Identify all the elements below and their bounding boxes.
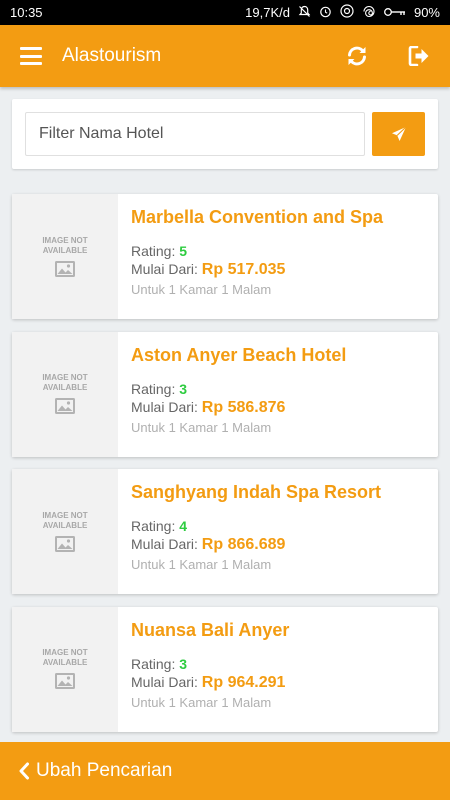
app-bar: Alastourism: [0, 25, 450, 87]
network-speed: 19,7K/d: [245, 5, 290, 20]
hotel-info: Sanghyang Indah Spa Resort Rating: 4 Mul…: [118, 469, 438, 594]
hotel-name: Marbella Convention and Spa: [131, 207, 384, 227]
status-time: 10:35: [10, 5, 43, 20]
rating-value: 4: [179, 518, 188, 534]
hotel-card[interactable]: IMAGE NOT AVAILABLE Sanghyang Indah Spa …: [12, 469, 438, 594]
hotel-price: Mulai Dari: Rp 964.291: [131, 674, 438, 692]
hotel-rating: Rating: 3: [131, 656, 438, 672]
hotel-price: Mulai Dari: Rp 586.876: [131, 399, 438, 417]
image-icon: [55, 673, 75, 689]
image-icon: [55, 535, 75, 552]
rating-label: Rating:: [131, 655, 176, 672]
hotel-info: Aston Anyer Beach Hotel Rating: 3 Mulai …: [118, 332, 438, 457]
image-not-available-text: IMAGE NOT AVAILABLE: [42, 373, 88, 392]
hotel-card[interactable]: IMAGE NOT AVAILABLE Aston Anyer Beach Ho…: [12, 331, 438, 457]
swirl-notification-icon: [362, 5, 376, 21]
status-bar: 10:35 19,7K/d 90%: [0, 0, 450, 25]
image-not-available-text: IMAGE NOT AVAILABLE: [42, 235, 88, 255]
price-value: Rp 586.876: [201, 398, 286, 416]
price-unit: Untuk 1 Kamar 1 Malam: [131, 419, 272, 435]
rating-label: Rating:: [131, 243, 176, 259]
change-search-label: Ubah Pencarian: [36, 760, 173, 781]
alarm-icon: [319, 5, 332, 21]
hotel-card[interactable]: IMAGE NOT AVAILABLE Nuansa Bali Anyer Ra…: [12, 606, 438, 732]
logout-icon[interactable]: [388, 25, 450, 87]
price-label: Mulai Dari:: [131, 261, 198, 277]
image-not-available-text: IMAGE NOT AVAILABLE: [42, 510, 88, 530]
hotel-info: Nuansa Bali Anyer Rating: 3 Mulai Dari: …: [118, 607, 438, 732]
app-notification-icon: [340, 4, 354, 21]
chevron-left-icon: [18, 762, 30, 780]
price-unit: Untuk 1 Kamar 1 Malam: [131, 282, 272, 297]
image-icon: [55, 398, 75, 414]
price-label: Mulai Dari:: [131, 673, 198, 690]
send-icon: [391, 126, 406, 141]
image-not-available-text: IMAGE NOT AVAILABLE: [42, 648, 88, 667]
key-icon: [384, 6, 406, 20]
app-title: Alastourism: [62, 45, 162, 66]
hotel-filter-input[interactable]: [25, 112, 365, 156]
search-submit-button[interactable]: [372, 112, 425, 156]
rating-value: 3: [179, 655, 188, 672]
hotel-rating: Rating: 4: [131, 518, 438, 534]
rating-value: 5: [179, 243, 188, 259]
rating-value: 3: [179, 380, 188, 397]
hotel-name: Nuansa Bali Anyer: [131, 619, 290, 640]
price-value: Rp 866.689: [201, 536, 286, 553]
price-value: Rp 964.291: [201, 673, 286, 691]
mute-icon: [298, 5, 311, 21]
price-unit: Untuk 1 Kamar 1 Malam: [131, 694, 272, 710]
search-card: [12, 99, 438, 169]
rating-label: Rating:: [131, 380, 176, 397]
change-search-button[interactable]: Ubah Pencarian: [0, 742, 450, 800]
price-label: Mulai Dari:: [131, 398, 198, 415]
hotel-list: IMAGE NOT AVAILABLE Marbella Convention …: [12, 194, 438, 744]
hotel-price: Mulai Dari: Rp 866.689: [131, 536, 438, 554]
image-icon: [55, 260, 75, 277]
hotel-image-placeholder: IMAGE NOT AVAILABLE: [12, 194, 118, 319]
hotel-name: Sanghyang Indah Spa Resort: [131, 482, 382, 502]
hotel-name: Aston Anyer Beach Hotel: [131, 344, 347, 365]
rating-label: Rating:: [131, 518, 176, 534]
price-value: Rp 517.035: [201, 261, 286, 278]
battery-level: 90%: [413, 5, 440, 20]
hotel-image-placeholder: IMAGE NOT AVAILABLE: [12, 331, 118, 457]
hotel-price: Mulai Dari: Rp 517.035: [131, 261, 438, 279]
hotel-image-placeholder: IMAGE NOT AVAILABLE: [12, 469, 118, 594]
status-indicators: 19,7K/d 90%: [245, 4, 440, 21]
price-unit: Untuk 1 Kamar 1 Malam: [131, 557, 272, 572]
price-label: Mulai Dari:: [131, 536, 198, 552]
hotel-card[interactable]: IMAGE NOT AVAILABLE Marbella Convention …: [12, 194, 438, 319]
hotel-rating: Rating: 5: [131, 243, 438, 259]
hotel-rating: Rating: 3: [131, 381, 438, 397]
menu-icon[interactable]: [0, 25, 62, 87]
hotel-info: Marbella Convention and Spa Rating: 5 Mu…: [118, 194, 438, 319]
hotel-image-placeholder: IMAGE NOT AVAILABLE: [12, 606, 118, 732]
refresh-icon[interactable]: [326, 25, 388, 87]
